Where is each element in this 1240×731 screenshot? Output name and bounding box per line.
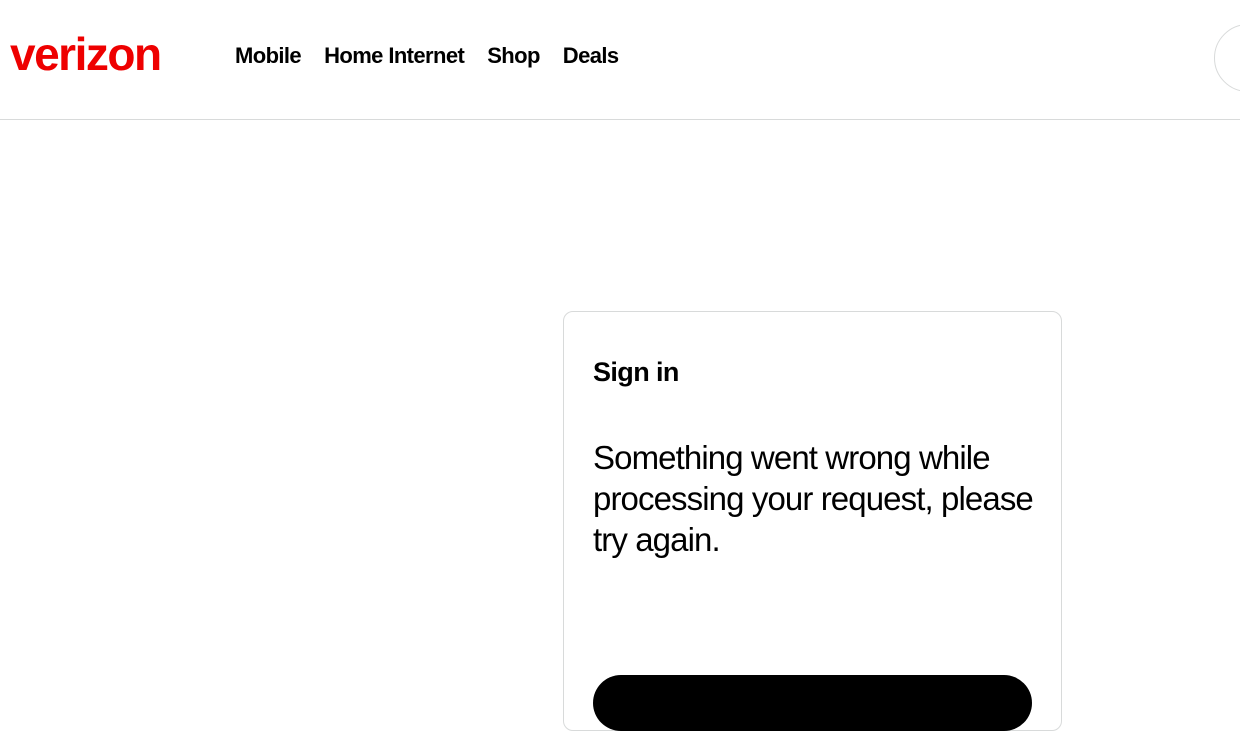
error-message: Something went wrong while processing yo… <box>593 439 1034 558</box>
account-button[interactable] <box>1214 24 1240 92</box>
nav-item-deals[interactable]: Deals <box>563 43 619 69</box>
main-nav: Mobile Home Internet Shop Deals <box>235 40 642 72</box>
nav-item-mobile[interactable]: Mobile <box>235 43 302 69</box>
retry-button[interactable] <box>593 675 1032 731</box>
site-header: verizon Mobile Home Internet Shop Deals <box>0 0 1240 120</box>
nav-item-home-internet[interactable]: Home Internet <box>324 43 465 69</box>
nav-item-shop[interactable]: Shop <box>487 43 540 69</box>
sign-in-card: Sign in Something went wrong while proce… <box>563 311 1062 731</box>
verizon-logo[interactable]: verizon <box>10 26 162 82</box>
card-title: Sign in <box>593 357 679 387</box>
